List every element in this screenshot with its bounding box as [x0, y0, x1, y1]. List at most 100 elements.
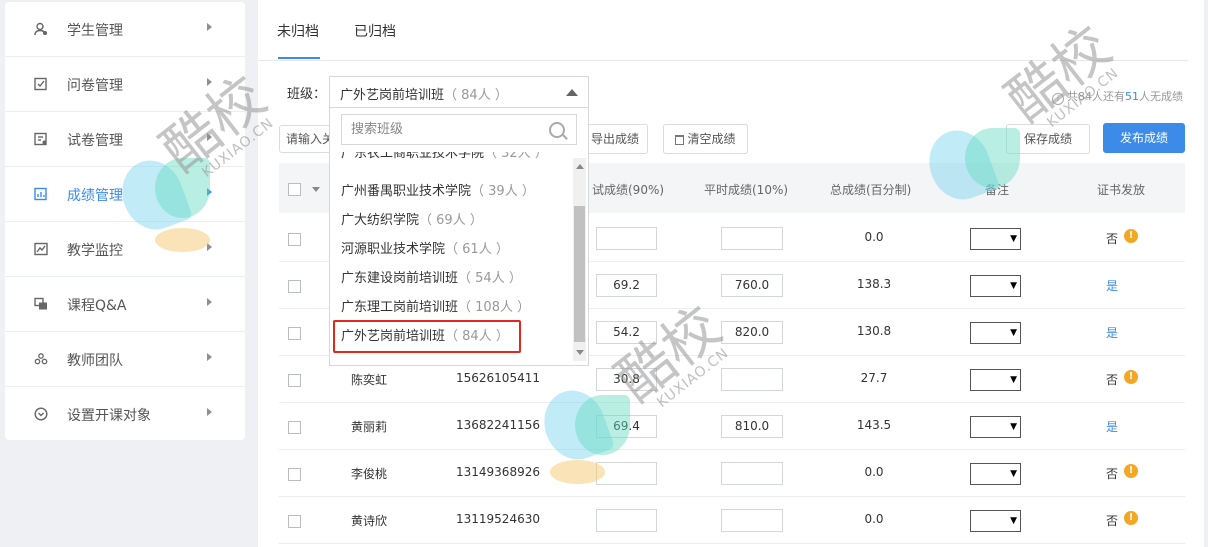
- usual-score-input[interactable]: [721, 509, 783, 532]
- tab-unarchived[interactable]: 未归档: [277, 21, 319, 41]
- row-checkbox[interactable]: [288, 280, 301, 293]
- user-icon: [33, 21, 49, 37]
- publish-grades-button[interactable]: 发布成绩: [1103, 123, 1185, 153]
- class-filter-label: 班级：: [287, 87, 327, 102]
- student-phone: 13682241156: [456, 418, 540, 432]
- total-score: 0.0: [864, 512, 884, 526]
- select-all-checkbox[interactable]: [288, 183, 301, 196]
- warning-icon[interactable]: !: [1124, 370, 1138, 384]
- col-usual-score: 平时成绩(10%): [704, 183, 789, 197]
- monitor-chart-icon: [33, 241, 49, 257]
- clear-grades-label: 清空成绩: [687, 132, 736, 146]
- total-score: 130.8: [856, 324, 892, 338]
- team-icon: [33, 351, 49, 367]
- usual-score-input[interactable]: [721, 462, 783, 485]
- exam-score-input[interactable]: [596, 227, 657, 250]
- stats-prefix: 共84人: [1067, 90, 1103, 103]
- chevron-right-icon: [207, 298, 212, 306]
- exam-score-input[interactable]: [596, 462, 657, 485]
- certificate-status: 否: [1106, 467, 1119, 481]
- certificate-status: 否: [1106, 373, 1119, 387]
- remark-select[interactable]: ▼: [970, 322, 1021, 344]
- class-search-input[interactable]: 搜索班级: [341, 114, 577, 145]
- sidebar-item-questionnaire-management[interactable]: 问卷管理: [5, 57, 245, 112]
- remark-select[interactable]: ▼: [970, 369, 1021, 391]
- sidebar-item-teaching-monitor[interactable]: 教学监控: [5, 222, 245, 277]
- stats-middle: 还有: [1103, 90, 1125, 103]
- qa-icon: [33, 296, 49, 312]
- certificate-status: 否: [1106, 514, 1119, 528]
- remark-select[interactable]: ▼: [970, 463, 1021, 485]
- student-name: 黄丽莉: [351, 420, 388, 434]
- chevron-right-icon: [207, 78, 212, 86]
- warning-icon[interactable]: !: [1124, 464, 1138, 478]
- row-checkbox[interactable]: [288, 233, 301, 246]
- usual-score-input[interactable]: 760.0: [721, 274, 783, 297]
- total-score: 143.5: [856, 418, 892, 432]
- sidebar-item-label: 设置开课对象: [67, 408, 151, 424]
- usual-score-input[interactable]: 820.0: [721, 321, 783, 344]
- sidebar-item-label: 课程Q&A: [67, 298, 127, 314]
- row-checkbox[interactable]: [288, 374, 301, 387]
- col-total-score: 总成绩(百分制): [830, 183, 912, 197]
- warning-icon[interactable]: !: [1124, 511, 1138, 525]
- sidebar: 学生管理 问卷管理 试卷管理 成绩管理 教学监控 课程Q&A 教师团队 设置开课…: [5, 2, 245, 440]
- save-grades-button[interactable]: 保存成绩: [1006, 124, 1090, 154]
- remark-select[interactable]: ▼: [970, 510, 1021, 532]
- student-phone: 13149368926: [456, 465, 540, 479]
- remark-select[interactable]: ▼: [970, 275, 1021, 297]
- selected-class-name: 广外艺岗前培训班: [340, 88, 445, 103]
- scrollbar-thumb[interactable]: [574, 206, 585, 342]
- selected-class-count: （ 84人 ）: [444, 88, 508, 103]
- exam-score-input[interactable]: 30.8: [596, 368, 657, 391]
- class-option[interactable]: 广东建设岗前培训班（ 54人 ）: [341, 264, 522, 293]
- scroll-down-arrow-icon[interactable]: [576, 350, 584, 355]
- row-checkbox[interactable]: [288, 515, 301, 528]
- target-icon: [33, 406, 49, 422]
- table-row: 黄诗欣 13119524630 0.0 ▼ 否 !: [279, 496, 1185, 544]
- sidebar-item-exam-paper-management[interactable]: 试卷管理: [5, 112, 245, 167]
- sidebar-item-teacher-team[interactable]: 教师团队: [5, 332, 245, 387]
- student-phone: 15626105411: [456, 371, 540, 385]
- chevron-right-icon: [207, 243, 212, 251]
- class-search-placeholder: 搜索班级: [351, 122, 404, 137]
- exam-score-input[interactable]: 54.2: [596, 321, 657, 344]
- row-checkbox[interactable]: [288, 468, 301, 481]
- scroll-up-arrow-icon[interactable]: [576, 164, 584, 169]
- sidebar-item-label: 学生管理: [67, 23, 123, 39]
- caret-down-icon[interactable]: [312, 187, 320, 192]
- class-option[interactable]: 广东农工商职业技术学院（ 32人 ）: [341, 152, 548, 168]
- remark-select[interactable]: ▼: [970, 228, 1021, 250]
- exam-score-input[interactable]: [596, 509, 657, 532]
- usual-score-input[interactable]: [721, 227, 783, 250]
- class-option[interactable]: 广州番禺职业技术学院（ 39人 ）: [341, 177, 535, 206]
- student-name: 黄诗欣: [351, 514, 388, 528]
- class-option[interactable]: 广大纺织学院（ 69人 ）: [341, 206, 483, 235]
- chevron-right-icon: [207, 133, 212, 141]
- row-checkbox[interactable]: [288, 327, 301, 340]
- exam-score-input[interactable]: 69.2: [596, 274, 657, 297]
- tab-archived[interactable]: 已归档: [354, 21, 396, 41]
- exam-score-input[interactable]: 69.4: [596, 415, 657, 438]
- class-select[interactable]: 广外艺岗前培训班（ 84人 ）: [329, 76, 589, 108]
- row-checkbox[interactable]: [288, 421, 301, 434]
- grade-icon: [33, 186, 49, 202]
- stats-suffix: 人无成绩: [1139, 90, 1183, 103]
- certificate-status: 是: [1106, 326, 1119, 340]
- class-option[interactable]: 河源职业技术学院（ 61人 ）: [341, 235, 509, 264]
- tab-bar: 未归档 已归档: [258, 0, 1188, 61]
- class-option[interactable]: 广东理工岗前培训班（ 108人 ）: [341, 293, 530, 322]
- warning-icon[interactable]: !: [1124, 229, 1138, 243]
- usual-score-input[interactable]: 810.0: [721, 415, 783, 438]
- sidebar-item-label: 试卷管理: [67, 133, 123, 149]
- remark-select[interactable]: ▼: [970, 416, 1021, 438]
- sidebar-item-grade-management[interactable]: 成绩管理: [5, 167, 245, 222]
- dropdown-scrollbar[interactable]: [573, 158, 586, 361]
- sidebar-item-student-management[interactable]: 学生管理: [5, 2, 245, 57]
- sidebar-item-course-target[interactable]: 设置开课对象: [5, 387, 245, 441]
- active-tab-indicator: [278, 57, 320, 59]
- sidebar-item-course-qa[interactable]: 课程Q&A: [5, 277, 245, 332]
- certificate-status: 是: [1106, 420, 1119, 434]
- usual-score-input[interactable]: [721, 368, 783, 391]
- clear-grades-button[interactable]: 清空成绩: [663, 124, 748, 154]
